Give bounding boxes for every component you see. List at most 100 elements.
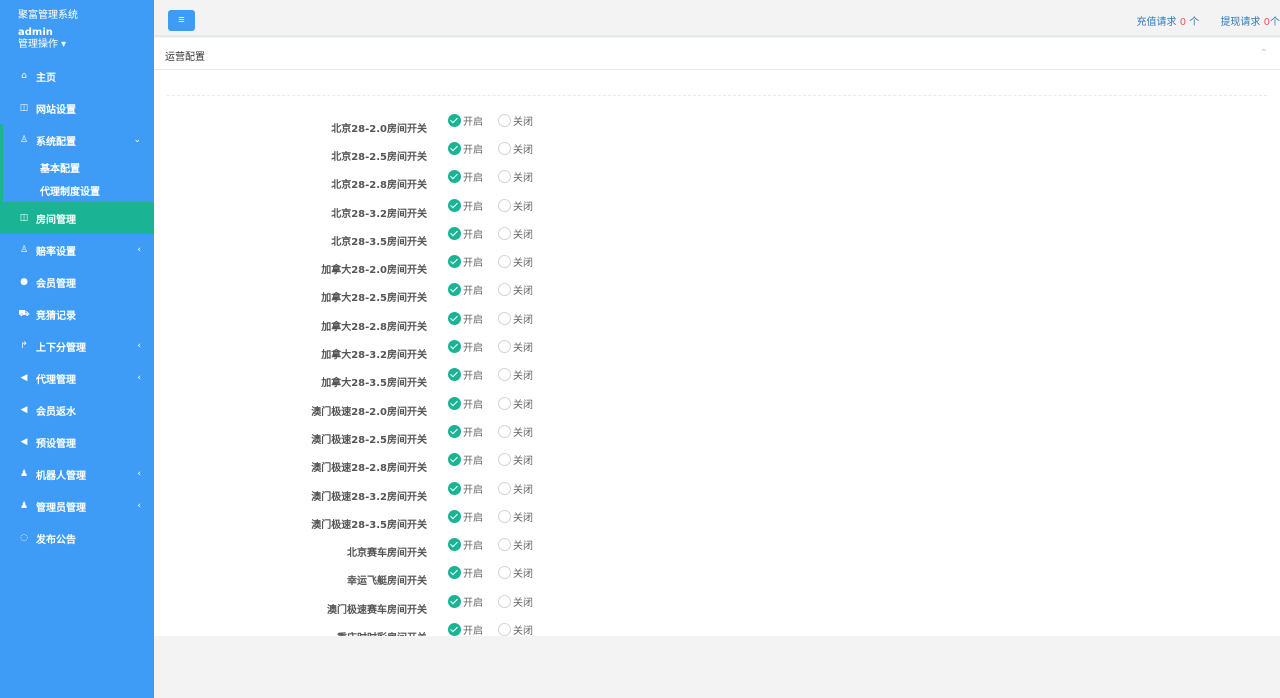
radio-checked-icon[interactable] [448, 226, 461, 240]
radio-unchecked-icon[interactable] [498, 255, 511, 269]
sidebar-item-8[interactable]: ◀ 代理管理 ‹ [0, 362, 154, 394]
radio-checked-icon[interactable] [448, 255, 461, 269]
radio-checked-icon[interactable] [448, 622, 461, 636]
radio-unchecked-icon[interactable] [498, 311, 511, 325]
radio-unchecked-icon[interactable] [498, 594, 511, 608]
radio-on-option[interactable]: 开启 [448, 339, 495, 354]
chevron-up-icon[interactable]: ⌃ [1260, 48, 1268, 59]
radio-on-option[interactable]: 开启 [448, 537, 495, 552]
radio-off-option[interactable]: 关闭 [498, 254, 545, 269]
sidebar-item-12[interactable]: ♟ 管理员管理 ‹ [0, 490, 154, 522]
sidebar-item-10[interactable]: ◀ 预设管理 [0, 426, 154, 458]
sidebar-item-0[interactable]: ⌂ 主页 [0, 60, 154, 92]
radio-off-option[interactable]: 关闭 [498, 396, 545, 411]
radio-unchecked-icon[interactable] [498, 340, 511, 354]
radio-checked-icon[interactable] [448, 453, 461, 467]
radio-unchecked-icon[interactable] [498, 538, 511, 552]
radio-unchecked-icon[interactable] [498, 566, 511, 580]
sidebar-item-7[interactable]: ↱ 上下分管理 ‹ [0, 330, 154, 362]
withdraw-requests-link[interactable]: 提现请求 0个 [1220, 17, 1280, 28]
radio-on-option[interactable]: 开启 [448, 311, 495, 326]
radio-on-option[interactable]: 开启 [448, 113, 495, 128]
radio-checked-icon[interactable] [448, 198, 461, 212]
radio-unchecked-icon[interactable] [498, 622, 511, 636]
sidebar-item-1[interactable]: ◫ 网站设置 [0, 92, 154, 124]
submenu-item-1[interactable]: 代理制度设置 [3, 179, 154, 202]
sidebar-item-11[interactable]: ♟ 机器人管理 ‹ [0, 458, 154, 490]
radio-on-option[interactable]: 开启 [448, 452, 495, 467]
radio-on-option[interactable]: 开启 [448, 594, 495, 609]
sidebar-item-4[interactable]: ♙ 赔率设置 ‹ [0, 234, 154, 266]
radio-on-option[interactable]: 开启 [448, 226, 495, 241]
radio-checked-icon[interactable] [448, 170, 461, 184]
radio-off-option[interactable]: 关闭 [498, 226, 545, 241]
sidebar-item-9[interactable]: ◀ 会员返水 [0, 394, 154, 426]
radio-unchecked-icon[interactable] [498, 141, 511, 155]
radio-checked-icon[interactable] [448, 113, 461, 127]
radio-checked-icon[interactable] [448, 481, 461, 495]
recharge-requests-link[interactable]: 充值请求 0 个 [1137, 17, 1200, 28]
radio-off-option[interactable]: 关闭 [498, 481, 545, 496]
radio-off-option[interactable]: 关闭 [498, 565, 545, 580]
radio-unchecked-icon[interactable] [498, 453, 511, 467]
sidebar-item-2[interactable]: ♙ 系统配置 ⌄ [0, 124, 154, 156]
sidebar-item-3[interactable]: ◫ 房间管理 [0, 202, 154, 234]
radio-on-option[interactable]: 开启 [448, 169, 495, 184]
radio-on-option[interactable]: 开启 [448, 565, 495, 580]
radio-on-option[interactable]: 开启 [448, 282, 495, 297]
radio-on-option[interactable]: 开启 [448, 367, 495, 382]
sidebar-item-6[interactable]: ⛟ 竞猜记录 [0, 298, 154, 330]
radio-off-option[interactable]: 关闭 [498, 141, 545, 156]
radio-off-option[interactable]: 关闭 [498, 537, 545, 552]
radio-off-option[interactable]: 关闭 [498, 424, 545, 439]
sidebar-item-5[interactable]: ● 会员管理 [0, 266, 154, 298]
radio-on-option[interactable]: 开启 [448, 481, 495, 496]
radio-on-label: 开启 [463, 597, 483, 609]
radio-on-option[interactable]: 开启 [448, 254, 495, 269]
radio-off-option[interactable]: 关闭 [498, 198, 545, 213]
radio-unchecked-icon[interactable] [498, 424, 511, 438]
radio-unchecked-icon[interactable] [498, 226, 511, 240]
radio-off-option[interactable]: 关闭 [498, 311, 545, 326]
admin-menu-dropdown[interactable]: 管理操作 ▾ [18, 39, 154, 51]
radio-off-option[interactable]: 关闭 [498, 367, 545, 382]
radio-unchecked-icon[interactable] [498, 509, 511, 523]
radio-checked-icon[interactable] [448, 424, 461, 438]
radio-unchecked-icon[interactable] [498, 170, 511, 184]
menu-toggle-button[interactable]: ≡ [168, 10, 195, 31]
radio-on-option[interactable]: 开启 [448, 198, 495, 213]
radio-checked-icon[interactable] [448, 396, 461, 410]
radio-unchecked-icon[interactable] [498, 368, 511, 382]
radio-on-option[interactable]: 开启 [448, 622, 495, 636]
radio-unchecked-icon[interactable] [498, 198, 511, 212]
radio-checked-icon[interactable] [448, 311, 461, 325]
radio-off-option[interactable]: 关闭 [498, 169, 545, 184]
radio-off-option[interactable]: 关闭 [498, 282, 545, 297]
room-switch-row: 澳门极速赛车房间开关 开启 关闭 [154, 590, 1280, 618]
radio-unchecked-icon[interactable] [498, 396, 511, 410]
radio-off-option[interactable]: 关闭 [498, 594, 545, 609]
radio-off-option[interactable]: 关闭 [498, 113, 545, 128]
radio-on-option[interactable]: 开启 [448, 396, 495, 411]
radio-checked-icon[interactable] [448, 509, 461, 523]
radio-off-option[interactable]: 关闭 [498, 452, 545, 467]
radio-unchecked-icon[interactable] [498, 481, 511, 495]
radio-on-option[interactable]: 开启 [448, 424, 495, 439]
submenu-item-0[interactable]: 基本配置 [3, 156, 154, 179]
radio-unchecked-icon[interactable] [498, 283, 511, 297]
radio-checked-icon[interactable] [448, 368, 461, 382]
radio-off-option[interactable]: 关闭 [498, 509, 545, 524]
radio-checked-icon[interactable] [448, 594, 461, 608]
sidebar-item-13[interactable]: ◌ 发布公告 [0, 522, 154, 554]
radio-checked-icon[interactable] [448, 283, 461, 297]
radio-off-option[interactable]: 关闭 [498, 622, 545, 636]
radio-checked-icon[interactable] [448, 340, 461, 354]
radio-on-option[interactable]: 开启 [448, 509, 495, 524]
radio-unchecked-icon[interactable] [498, 113, 511, 127]
radio-on-option[interactable]: 开启 [448, 141, 495, 156]
radio-checked-icon[interactable] [448, 566, 461, 580]
room-switch-row: 北京28-2.5房间开关 开启 关闭 [154, 137, 1280, 165]
radio-checked-icon[interactable] [448, 538, 461, 552]
radio-off-option[interactable]: 关闭 [498, 339, 545, 354]
radio-checked-icon[interactable] [448, 141, 461, 155]
